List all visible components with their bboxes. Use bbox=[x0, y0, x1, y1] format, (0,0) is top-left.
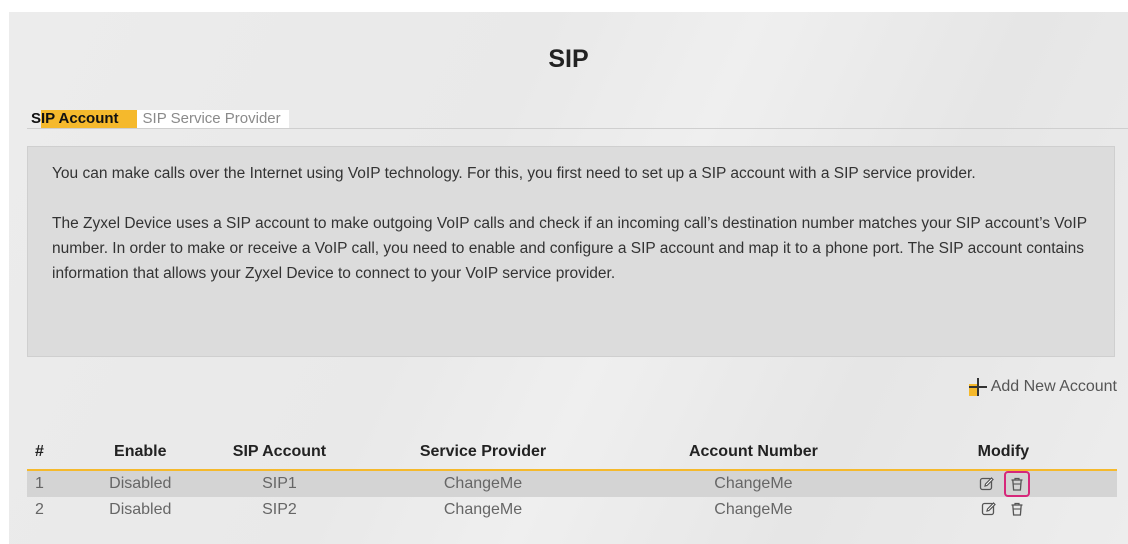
tab-divider bbox=[27, 128, 1128, 129]
trash-icon[interactable] bbox=[1006, 498, 1028, 520]
row-account-number: ChangeMe bbox=[714, 500, 793, 518]
sip-account-table: # Enable SIP Account Service Provider Ac… bbox=[27, 435, 1117, 522]
edit-icon[interactable] bbox=[978, 498, 1000, 520]
trash-icon[interactable] bbox=[1004, 471, 1031, 497]
info-paragraph-1: You can make calls over the Internet usi… bbox=[52, 165, 976, 182]
add-new-account-label: Add New Account bbox=[990, 378, 1117, 395]
info-box: You can make calls over the Internet usi… bbox=[27, 146, 1115, 357]
table-row: 2 Disabled SIP2 ChangeMe ChangeMe bbox=[27, 497, 1117, 522]
row-modify bbox=[890, 497, 1117, 522]
row-account-number: ChangeMe bbox=[616, 470, 890, 497]
row-sip-account: SIP1 bbox=[209, 470, 350, 497]
header-account-number: Account Number bbox=[616, 435, 890, 471]
row-modify bbox=[889, 470, 1117, 497]
add-new-account-button[interactable]: Add New Account bbox=[968, 378, 1117, 396]
row-number: 2 bbox=[35, 500, 44, 518]
row-enable: Disabled bbox=[70, 470, 210, 497]
header-sip-account: SIP Account bbox=[209, 435, 350, 471]
page-title: SIP bbox=[548, 45, 589, 73]
plus-icon bbox=[968, 378, 987, 396]
header-service-provider: Service Provider bbox=[349, 435, 617, 471]
row-number: 1 bbox=[27, 470, 71, 497]
table-header-row: # Enable SIP Account Service Provider Ac… bbox=[27, 435, 1117, 471]
tab-bar: SIP Account SIP Service Provider bbox=[27, 110, 289, 128]
row-sip-account: SIP2 bbox=[262, 500, 297, 518]
info-paragraph-2: The Zyxel Device uses a SIP account to m… bbox=[52, 215, 1087, 282]
header-enable: Enable bbox=[70, 435, 210, 471]
tab-sip-service-provider[interactable]: SIP Service Provider bbox=[136, 110, 289, 128]
edit-icon[interactable] bbox=[976, 473, 998, 495]
table-row: 1 Disabled SIP1 ChangeMe ChangeMe bbox=[27, 470, 1117, 497]
header-modify: Modify bbox=[889, 435, 1117, 471]
row-service-provider: ChangeMe bbox=[349, 470, 617, 497]
row-service-provider: ChangeMe bbox=[443, 500, 523, 518]
header-number: # bbox=[27, 435, 71, 471]
tab-sip-account[interactable]: SIP Account bbox=[27, 110, 137, 128]
row-enable: Disabled bbox=[109, 500, 172, 518]
